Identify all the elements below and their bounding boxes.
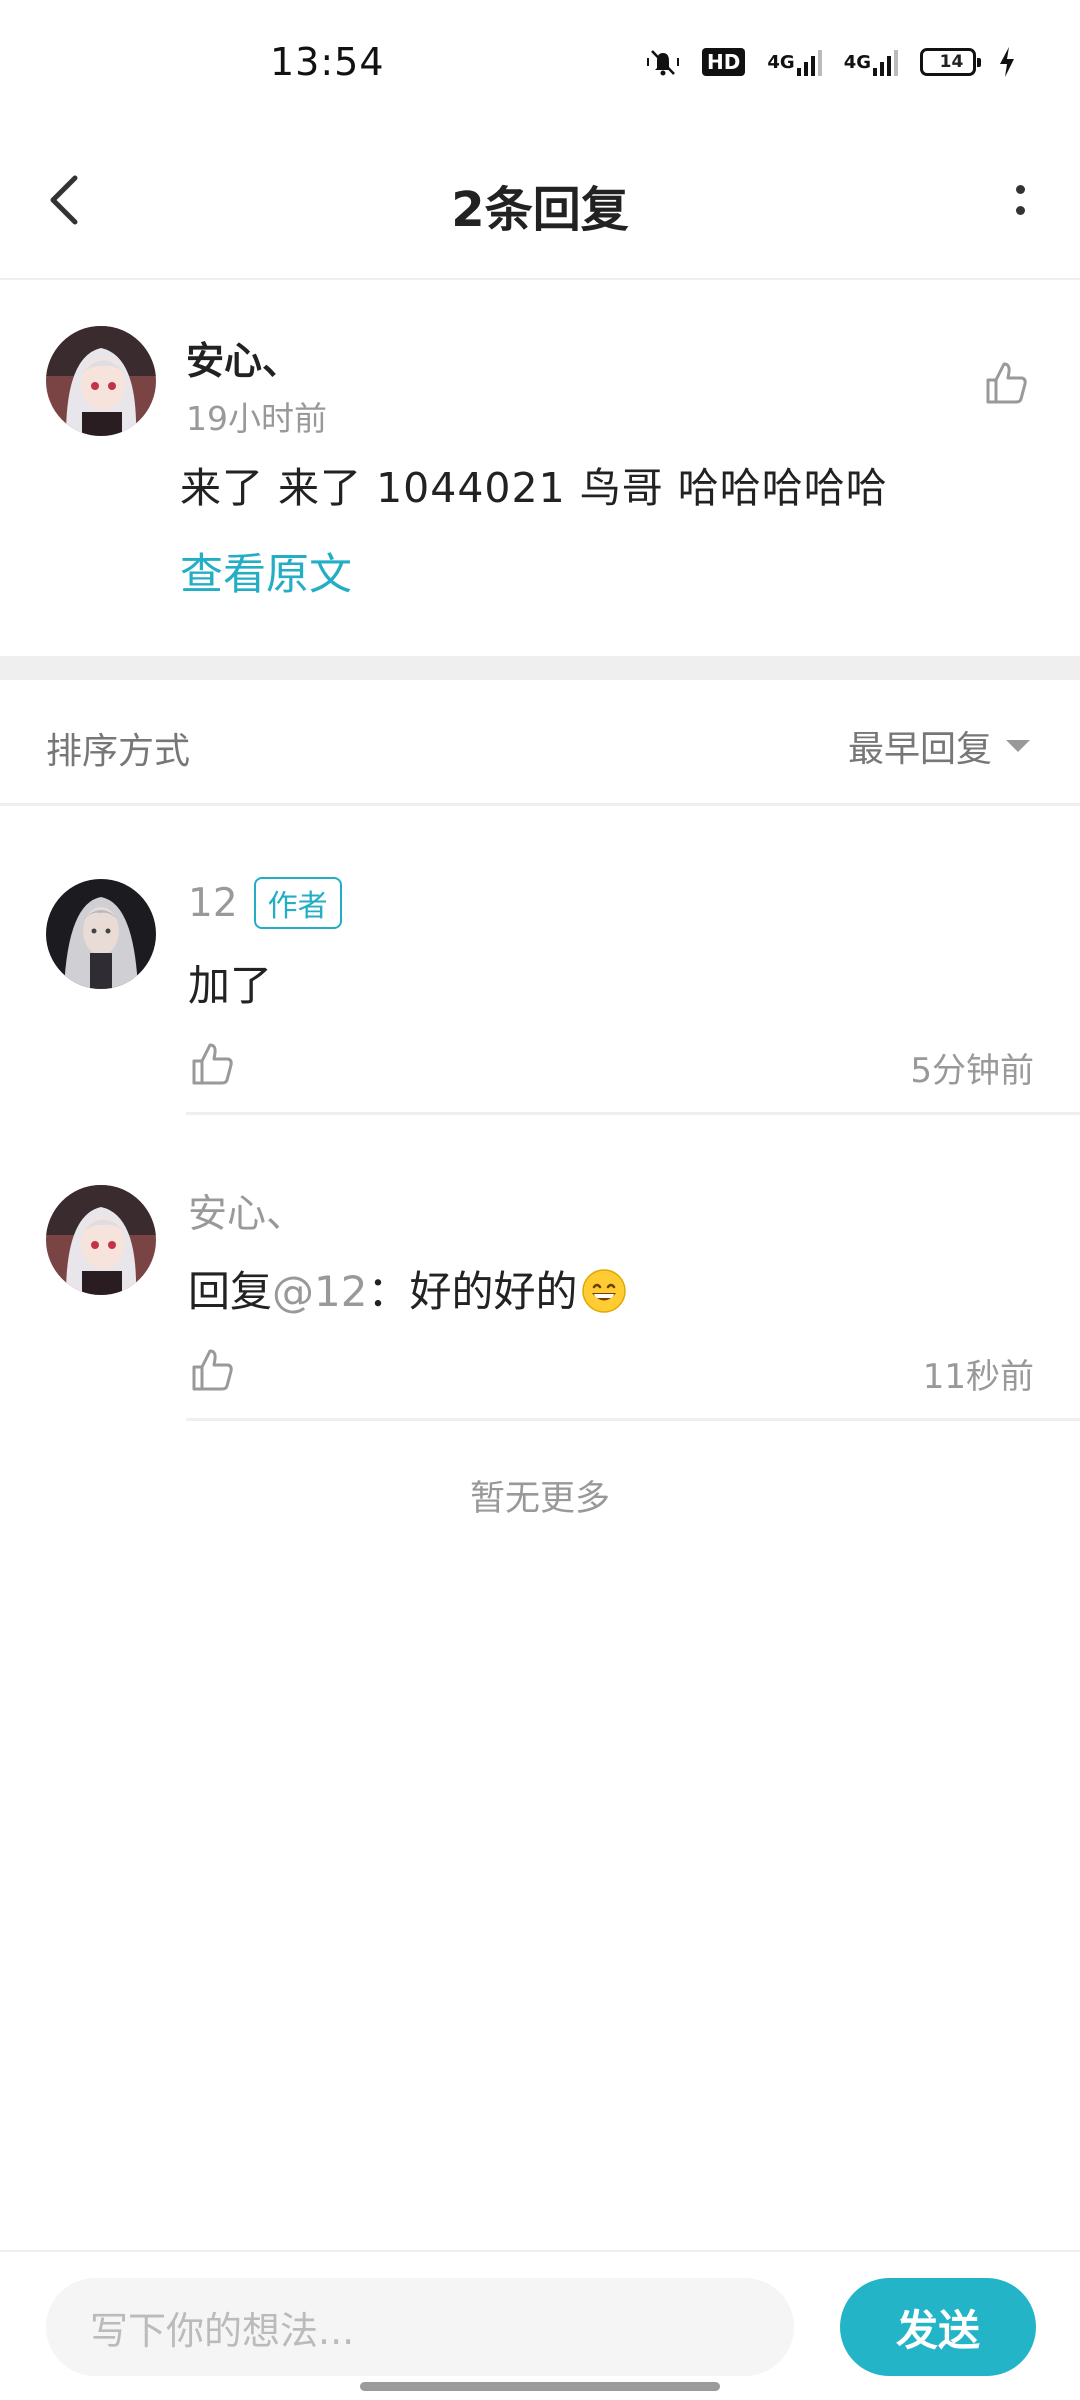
hd-voice-icon: HD (702, 48, 746, 76)
reply-author-name[interactable]: 安心、 (188, 1183, 305, 1239)
caret-down-icon (1006, 740, 1030, 752)
thumbs-up-icon[interactable] (188, 1039, 236, 1087)
signal-4g-icon-1: 4G (767, 48, 822, 76)
vibrate-mute-icon (646, 46, 680, 78)
comment-time: 19小时前 (186, 399, 327, 438)
reply-body: ：好的好的 (367, 1267, 578, 1316)
home-indicator[interactable] (360, 2382, 720, 2391)
main-comment: 安心、 19小时前 来了 来了 1044021 鸟哥 哈哈哈哈哈 查看原文 (0, 282, 1080, 657)
reply-item: 安心、 回复@12：好的好的 11秒前 (0, 1115, 1080, 1421)
top-nav-bar: 2条回复 (0, 130, 1080, 280)
grinning-emoji-icon (582, 1268, 627, 1313)
charging-bolt-icon (998, 46, 1016, 78)
signal-bars-icon (796, 48, 822, 76)
page-title: 2条回复 (451, 182, 629, 238)
thumbs-up-icon[interactable] (982, 358, 1030, 406)
status-bar: 13:54 HD 4G 4G 14 (0, 0, 1080, 130)
thumbs-up-icon[interactable] (188, 1345, 236, 1393)
more-dots-icon (1015, 185, 1025, 194)
mention-link[interactable]: @12 (272, 1267, 367, 1316)
reply-item: 12 作者 加了 5分钟前 (0, 809, 1080, 1115)
comment-input-placeholder: 写下你的想法... (90, 2308, 355, 2353)
avatar[interactable] (46, 326, 156, 436)
sort-dropdown[interactable]: 最早回复 (848, 720, 1030, 772)
status-icons: HD 4G 4G 14 (646, 42, 1016, 82)
comment-input-bar: 写下你的想法... 发送 (0, 2250, 1080, 2400)
no-more-text: 暂无更多 (469, 1479, 610, 1519)
reply-time: 5分钟前 (910, 1051, 1034, 1091)
network-type-label: 4G (767, 51, 795, 73)
comment-text: 来了 来了 1044021 鸟哥 哈哈哈哈哈 (180, 464, 888, 512)
more-options-button[interactable] (990, 160, 1050, 240)
author-badge: 作者 (253, 877, 342, 929)
view-original-link[interactable]: 查看原文 (180, 540, 352, 602)
reply-text: 加了 (188, 961, 273, 1010)
reply-author: 安心、 (188, 1183, 305, 1239)
avatar-image (46, 326, 156, 436)
battery-level: 14 (939, 52, 964, 72)
reply-time: 11秒前 (922, 1357, 1034, 1397)
comment-author-name[interactable]: 安心、 (186, 330, 300, 385)
battery-icon: 14 (920, 48, 981, 76)
reply-text: 回复@12：好的好的 (188, 1258, 627, 1319)
sort-label: 排序方式 (46, 731, 191, 772)
send-button[interactable]: 发送 (840, 2278, 1036, 2376)
reply-divider (186, 1418, 1080, 1421)
avatar[interactable] (46, 1185, 156, 1295)
reply-prefix: 回复 (188, 1267, 273, 1316)
section-divider (0, 656, 1080, 680)
avatar-image (46, 1185, 156, 1295)
network-type-label: 4G (843, 51, 871, 73)
avatar[interactable] (46, 879, 156, 989)
avatar-image (46, 879, 156, 989)
sort-bar: 排序方式 最早回复 (0, 680, 1080, 806)
signal-4g-icon-2: 4G (844, 48, 898, 76)
comment-input[interactable]: 写下你的想法... (46, 2278, 794, 2376)
reply-author-name[interactable]: 12 (188, 881, 238, 926)
reply-author: 12 作者 (188, 877, 342, 929)
signal-bars-icon (873, 48, 898, 76)
sort-selected-value: 最早回复 (847, 729, 992, 770)
status-time: 13:54 (270, 40, 385, 84)
reply-detail-page: 13:54 HD 4G 4G 14 2条回复 安心、 19小时前 来了 来了 1… (0, 0, 1080, 2400)
